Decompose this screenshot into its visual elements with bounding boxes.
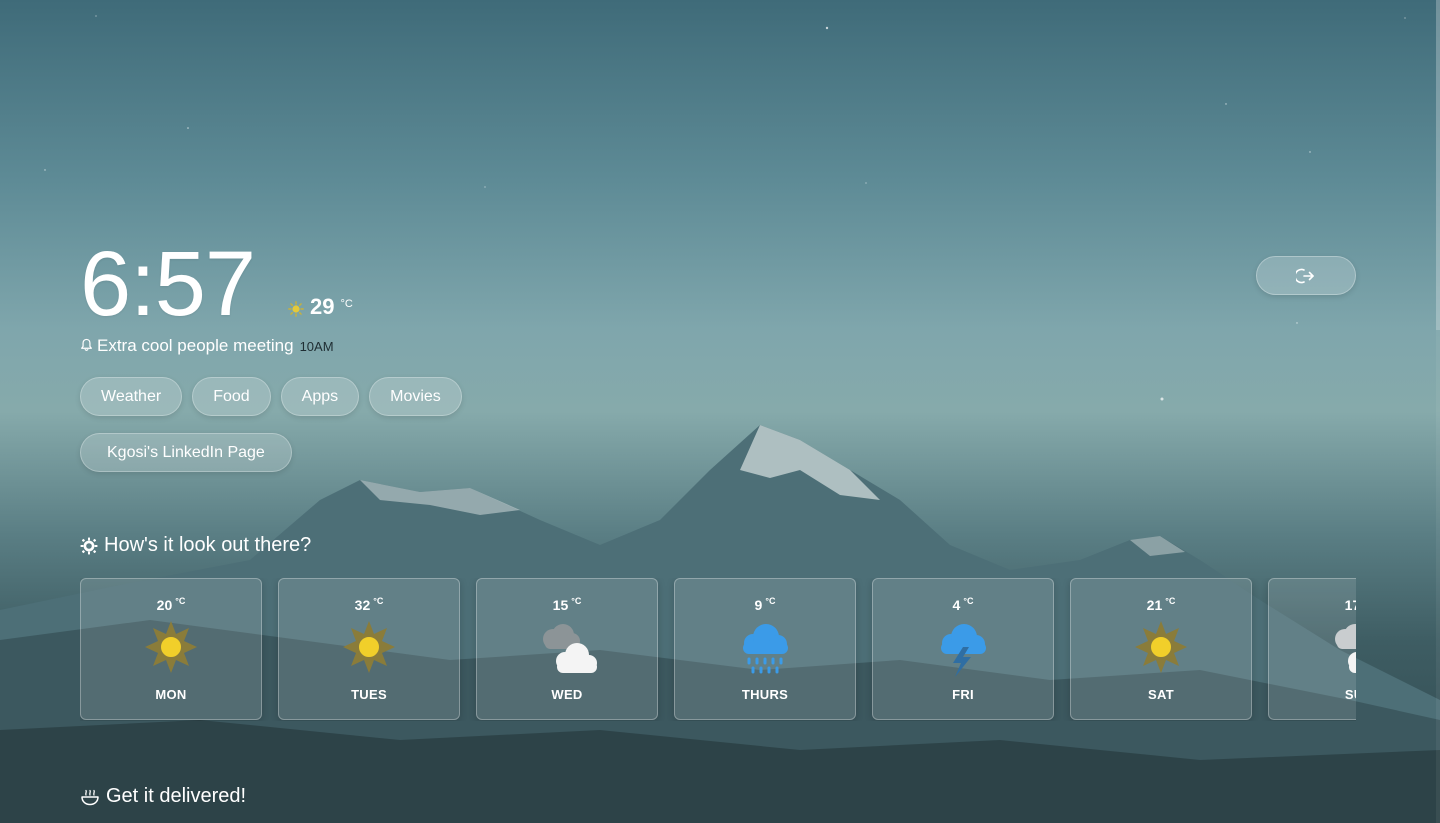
forecast-card-sun[interactable]: 17°C SUN xyxy=(1268,578,1356,720)
forecast-day: TUES xyxy=(351,687,387,702)
forecast-unit: °C xyxy=(765,596,776,606)
forecast-unit: °C xyxy=(963,596,974,606)
gear-sun-icon xyxy=(80,537,98,554)
forecast-card-thurs[interactable]: 9 °C THURS xyxy=(674,578,856,720)
forecast-temp: 15 xyxy=(552,597,569,613)
sun-icon xyxy=(343,621,395,673)
bowl-icon xyxy=(81,789,99,805)
apps-link-button[interactable]: Apps xyxy=(280,377,360,416)
rain-icon xyxy=(743,624,788,674)
logout-button[interactable] xyxy=(1256,256,1356,295)
forecast-card-sat[interactable]: 21 °C SAT xyxy=(1070,578,1252,720)
temperature-unit: °C xyxy=(340,298,353,310)
sun-icon xyxy=(1135,621,1187,673)
forecast-temp: 9 xyxy=(754,597,763,613)
quick-links: Weather Food Apps Movies xyxy=(80,377,462,416)
logout-icon xyxy=(1296,268,1314,283)
forecast-card-tues[interactable]: 32 °C TUES xyxy=(278,578,460,720)
food-link-button[interactable]: Food xyxy=(192,377,271,416)
forecast-unit: °C xyxy=(175,596,186,606)
forecast-day: THURS xyxy=(741,687,789,702)
cloudy-icon xyxy=(1335,624,1356,673)
linkedin-link-button[interactable]: Kgosi's LinkedIn Page xyxy=(80,433,292,472)
movies-link-button[interactable]: Movies xyxy=(369,377,462,416)
delivery-section-label: Get it delivered! xyxy=(106,785,247,807)
forecast-day: SAT xyxy=(1148,687,1174,702)
bell-icon xyxy=(81,338,92,351)
forecast-card-fri[interactable]: 4 °C FRI xyxy=(872,578,1054,720)
forecast-temp: 4 xyxy=(952,597,961,613)
weather-link-button[interactable]: Weather xyxy=(80,377,183,416)
delivery-section-title: Get it delivered! xyxy=(80,785,246,808)
reminder-time: 10AM xyxy=(299,339,334,354)
forecast-day: FRI xyxy=(952,687,974,702)
forecast-card-mon[interactable]: 20 °C MON xyxy=(80,578,262,720)
forecast-card-wed[interactable]: 15 °C WED xyxy=(476,578,658,720)
sun-icon xyxy=(145,621,197,673)
current-weather: 29 °C xyxy=(288,294,353,320)
weather-section-title: How's it look out there? xyxy=(80,534,311,557)
forecast-day: WED xyxy=(551,687,583,702)
reminder-text: Extra cool people meeting xyxy=(97,336,294,355)
forecast-temp: 20 xyxy=(156,597,173,613)
forecast-temp: 21 xyxy=(1146,597,1163,613)
current-temperature: 29 xyxy=(310,294,335,319)
forecast-unit: °C xyxy=(1165,596,1176,606)
forecast-unit: °C xyxy=(373,596,384,606)
new-tab-dashboard: 6:57 29 °C Extra cool people meeting 10A… xyxy=(0,0,1440,823)
forecast-temp: 17 xyxy=(1344,597,1356,613)
cloudy-icon xyxy=(543,624,597,673)
weekly-forecast: 20 °C MON 32 °C TUES 15 °C WED 9 °C THUR… xyxy=(80,578,1356,721)
reminder: Extra cool people meeting 10AM xyxy=(80,336,334,356)
weather-section-label: How's it look out there? xyxy=(104,534,312,556)
forecast-unit: °C xyxy=(571,596,582,606)
forecast-temp: 32 xyxy=(354,597,371,613)
clock-time: 6:57 xyxy=(80,233,256,335)
sun-icon xyxy=(288,301,304,317)
forecast-day: MON xyxy=(155,687,187,702)
forecast-day: SUN xyxy=(1344,687,1356,702)
thunderstorm-icon xyxy=(941,624,986,677)
